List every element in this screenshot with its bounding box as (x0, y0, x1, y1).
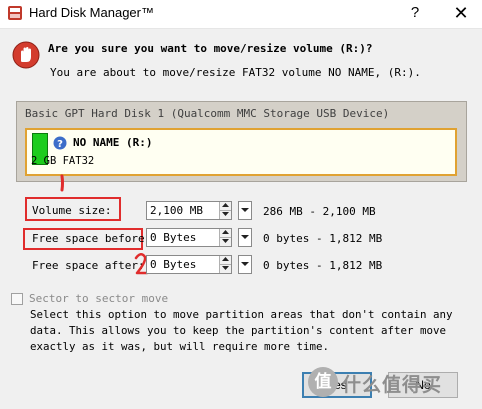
watermark-badge: 值 (308, 367, 338, 397)
free-space-before-value: 0 Bytes (150, 231, 197, 244)
volume-size-value: 2,100 MB (150, 204, 203, 217)
watermark-badge-glyph: 值 (314, 372, 332, 392)
free-space-before-input[interactable]: 0 Bytes (146, 228, 232, 247)
free-space-after-up-button[interactable] (219, 256, 231, 265)
close-button[interactable]: ✕ (446, 0, 476, 28)
title-bar: Hard Disk Manager™ ? ✕ (0, 0, 482, 29)
free-space-after-label: Free space after: (32, 259, 145, 272)
partition-block[interactable]: ? NO NAME (R:) 2 GB FAT32 (25, 128, 457, 176)
help-icon: ? (53, 136, 67, 150)
stop-hand-icon (12, 41, 40, 69)
volume-size-input[interactable]: 2,100 MB (146, 201, 232, 220)
confirm-question: Are you sure you want to move/resize vol… (48, 42, 373, 55)
free-space-before-unit-dropdown[interactable] (238, 228, 252, 247)
sector-move-checkbox[interactable] (11, 293, 23, 305)
free-space-before-range: 0 bytes - 1,812 MB (263, 232, 383, 245)
sector-move-label[interactable]: Sector to sector move (29, 292, 168, 305)
free-space-after-unit-dropdown[interactable] (238, 255, 252, 274)
annotation-mark-1 (60, 174, 64, 192)
free-space-before-down-button[interactable] (219, 238, 231, 246)
free-space-after-range: 0 bytes - 1,812 MB (263, 259, 383, 272)
volume-size-down-button[interactable] (219, 211, 231, 219)
window-title: Hard Disk Manager™ (29, 5, 154, 20)
confirm-subtext: You are about to move/resize FAT32 volum… (50, 66, 421, 79)
partition-size: 2 GB FAT32 (31, 155, 95, 167)
free-space-after-down-button[interactable] (219, 265, 231, 273)
volume-size-label: Volume size: (32, 204, 112, 217)
volume-size-up-button[interactable] (219, 202, 231, 211)
watermark-text: 什么值得买 (342, 374, 443, 396)
partition-name: NO NAME (R:) (73, 136, 153, 149)
free-space-before-label: Free space before: (32, 232, 152, 245)
svg-text:?: ? (57, 139, 63, 150)
free-space-after-input[interactable]: 0 Bytes (146, 255, 232, 274)
chevron-down-icon (241, 208, 249, 212)
free-space-before-up-button[interactable] (219, 229, 231, 238)
disk-panel: Basic GPT Hard Disk 1 (Qualcomm MMC Stor… (16, 101, 467, 182)
watermark: 值 什么值得买 (308, 366, 478, 404)
help-button[interactable]: ? (400, 0, 430, 28)
volume-size-range: 286 MB - 2,100 MB (263, 205, 376, 218)
app-icon (8, 6, 22, 20)
chevron-down-icon (241, 235, 249, 239)
volume-size-unit-dropdown[interactable] (238, 201, 252, 220)
disk-title: Basic GPT Hard Disk 1 (Qualcomm MMC Stor… (25, 107, 390, 120)
free-space-after-value: 0 Bytes (150, 258, 197, 271)
sector-move-description: Select this option to move partition are… (30, 308, 453, 353)
chevron-down-icon (241, 262, 249, 266)
